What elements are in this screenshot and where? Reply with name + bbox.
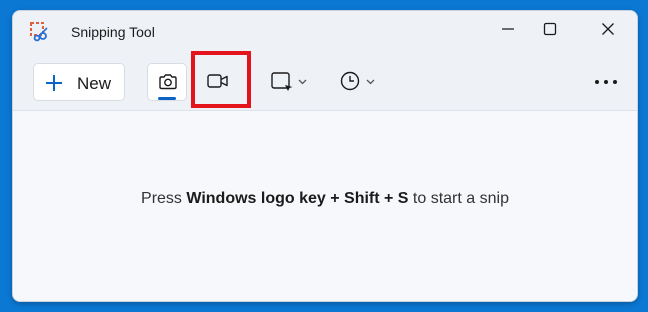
highlight-annotation-box bbox=[191, 51, 251, 108]
maximize-icon bbox=[543, 22, 557, 41]
plus-icon bbox=[44, 73, 64, 93]
minimize-icon bbox=[501, 22, 515, 41]
minimize-button[interactable] bbox=[485, 11, 531, 51]
title-bar[interactable]: Snipping Tool bbox=[13, 11, 637, 55]
toolbar: New bbox=[13, 51, 637, 111]
clock-icon bbox=[339, 71, 385, 103]
window-title: Snipping Tool bbox=[71, 24, 155, 40]
start-snip-hint: Press Windows logo key + Shift + S to st… bbox=[13, 190, 637, 208]
rectangle-shape-icon bbox=[269, 72, 315, 103]
hint-prefix: Press bbox=[141, 190, 187, 207]
delay-dropdown[interactable] bbox=[339, 65, 385, 99]
close-button[interactable] bbox=[585, 11, 631, 51]
active-mode-indicator bbox=[158, 97, 176, 100]
snipping-tool-icon bbox=[29, 21, 51, 43]
new-button-label: New bbox=[77, 74, 112, 93]
snipping-tool-window: Snipping Tool New Press Windows logo key… bbox=[12, 10, 638, 302]
close-icon bbox=[601, 22, 615, 41]
more-dots-icon bbox=[591, 80, 621, 101]
hint-shortcut-keys: Windows logo key + Shift + S bbox=[186, 190, 409, 207]
maximize-button[interactable] bbox=[527, 11, 573, 51]
snip-shape-dropdown[interactable] bbox=[269, 65, 315, 99]
more-options-button[interactable] bbox=[591, 67, 621, 97]
hint-suffix: to start a snip bbox=[408, 190, 509, 207]
new-snip-button[interactable]: New bbox=[33, 63, 125, 101]
content-area: Press Windows logo key + Shift + S to st… bbox=[13, 111, 637, 301]
snip-mode-button[interactable] bbox=[147, 63, 187, 101]
